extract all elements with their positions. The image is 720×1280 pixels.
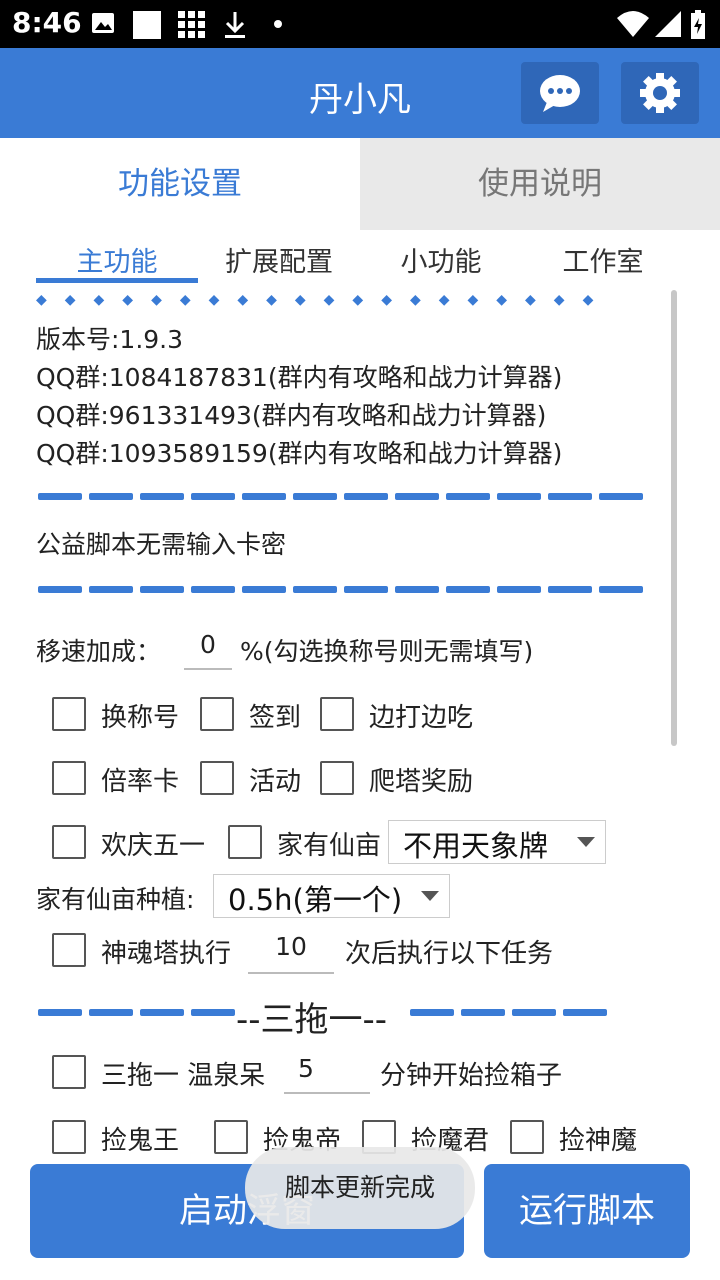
- download-icon: [225, 12, 245, 38]
- chat-icon: [540, 75, 580, 112]
- checkbox-home-field[interactable]: [228, 825, 262, 859]
- checkbox-santuo[interactable]: [52, 1055, 86, 1089]
- tab-small-functions[interactable]: 小功能: [360, 240, 522, 279]
- checkbox-change-title[interactable]: [52, 697, 86, 731]
- dot-icon: [274, 20, 282, 28]
- checkbox-multiplier-card[interactable]: [52, 761, 86, 795]
- active-tab-indicator: [36, 278, 198, 283]
- tab-extended-config[interactable]: 扩展配置: [198, 240, 360, 279]
- status-bar: 8:46: [0, 0, 720, 48]
- signal-icon: [655, 11, 681, 37]
- square-icon: [133, 11, 161, 39]
- app-bar: 丹小凡: [0, 48, 720, 138]
- section-title: --三拖一--: [236, 1000, 388, 1040]
- app-title: 丹小凡: [309, 80, 411, 120]
- checkbox-activity[interactable]: [200, 761, 234, 795]
- battery-charging-icon: [691, 10, 705, 39]
- diamond-divider: ◆◆◆◆◆◆◆◆◆◆◆◆◆◆◆◆◆◆◆◆: [36, 292, 612, 308]
- speed-label: 移速加成：: [36, 637, 162, 666]
- checkbox-fight-eat[interactable]: [320, 697, 354, 731]
- hot-spring-minutes-input[interactable]: 5: [284, 1054, 370, 1094]
- select-value: 0.5h(第一个): [228, 883, 403, 917]
- plant-select[interactable]: 0.5h(第一个): [213, 874, 450, 918]
- checkbox-label: 捡鬼王: [101, 1126, 180, 1156]
- checkbox-pick-god-demon[interactable]: [510, 1120, 544, 1154]
- image-icon: [92, 13, 114, 33]
- dash-divider: [38, 493, 643, 500]
- checkbox-tower-reward[interactable]: [320, 761, 354, 795]
- qq-group-2: QQ群:961331493(群内有攻略和战力计算器): [36, 401, 547, 430]
- checkbox-sign-in[interactable]: [200, 697, 234, 731]
- qq-group-3: QQ群:1093589159(群内有攻略和战力计算器): [36, 439, 563, 468]
- santuo-label: 三拖一 温泉呆: [101, 1061, 266, 1091]
- chevron-down-icon: [577, 837, 595, 847]
- chevron-down-icon: [421, 891, 439, 901]
- santuo-suffix: 分钟开始捡箱子: [380, 1061, 563, 1091]
- settings-button[interactable]: [621, 62, 699, 124]
- checkbox-may-day[interactable]: [52, 825, 86, 859]
- checkbox-label: 边打边吃: [369, 703, 474, 733]
- tower-count-input[interactable]: 10: [248, 932, 334, 974]
- dash-divider-right: [410, 1009, 607, 1016]
- wifi-icon: [617, 11, 649, 37]
- chat-button[interactable]: [521, 62, 599, 124]
- tab-usage-instructions[interactable]: 使用说明: [360, 138, 720, 230]
- plant-label: 家有仙亩种植:: [36, 885, 195, 914]
- scrollbar[interactable]: [671, 290, 677, 746]
- tower-label: 神魂塔执行: [101, 939, 232, 969]
- version-text: 版本号:1.9.3: [36, 325, 184, 354]
- checkbox-pick-ghost-emperor[interactable]: [214, 1120, 248, 1154]
- speed-suffix: %(勾选换称号则无需填写): [240, 637, 534, 666]
- dash-divider-left: [38, 1009, 235, 1016]
- checkbox-label: 欢庆五一: [101, 831, 206, 861]
- checkbox-label: 家有仙亩: [277, 831, 382, 861]
- run-script-button[interactable]: 运行脚本: [484, 1164, 690, 1258]
- toast-message: 脚本更新完成: [245, 1147, 475, 1229]
- tab-studio[interactable]: 工作室: [522, 240, 684, 279]
- notice-text: 公益脚本无需输入卡密: [36, 530, 287, 559]
- checkbox-label: 签到: [249, 703, 302, 733]
- checkbox-label: 换称号: [101, 703, 180, 733]
- gear-icon: [640, 73, 680, 113]
- select-value: 不用天象牌: [403, 829, 549, 863]
- main-tabs: 功能设置 使用说明: [0, 138, 720, 230]
- status-time: 8:46: [12, 6, 82, 39]
- qq-group-1: QQ群:1084187831(群内有攻略和战力计算器): [36, 363, 563, 392]
- speed-input[interactable]: 0: [184, 630, 232, 670]
- tab-main-function[interactable]: 主功能: [36, 240, 198, 279]
- celestial-card-select[interactable]: 不用天象牌: [388, 820, 606, 864]
- checkbox-label: 倍率卡: [101, 767, 180, 797]
- checkbox-soul-tower[interactable]: [52, 933, 86, 967]
- tower-suffix: 次后执行以下任务: [345, 939, 554, 969]
- tab-function-settings[interactable]: 功能设置: [0, 138, 360, 230]
- checkbox-pick-ghost-king[interactable]: [52, 1120, 86, 1154]
- dash-divider: [38, 586, 643, 593]
- checkbox-label: 爬塔奖励: [369, 767, 474, 797]
- checkbox-label: 活动: [249, 767, 302, 797]
- checkbox-label: 捡神魔: [559, 1126, 638, 1156]
- grid-icon: [178, 11, 205, 38]
